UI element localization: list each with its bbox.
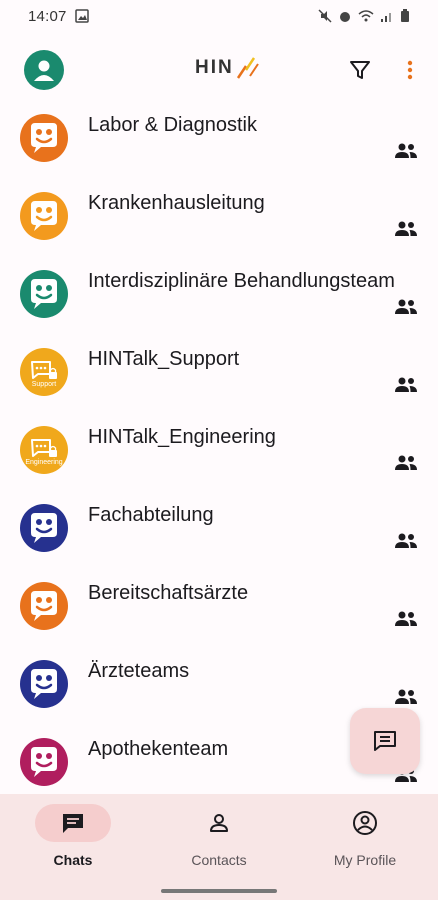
chat-name: Fachabteilung bbox=[88, 504, 214, 526]
gesture-bar bbox=[161, 889, 277, 893]
chat-name: Krankenhausleitung bbox=[88, 192, 265, 214]
group-avatar-icon bbox=[31, 513, 57, 543]
chat-list-item[interactable]: Support HINTalk_Support bbox=[0, 332, 438, 410]
group-icon bbox=[395, 611, 417, 626]
nav-contacts-label: Contacts bbox=[191, 852, 247, 868]
group-icon bbox=[395, 533, 417, 548]
chat-avatar bbox=[20, 738, 68, 786]
group-icon bbox=[395, 143, 417, 158]
logo-mark-icon bbox=[236, 57, 259, 79]
nav-contacts-indicator bbox=[181, 804, 257, 842]
chat-name: Interdisziplinäre Behandlungsteam bbox=[88, 270, 395, 292]
group-icon bbox=[395, 689, 417, 704]
chat-icon bbox=[63, 814, 83, 833]
nav-profile[interactable]: My Profile bbox=[292, 804, 438, 884]
person-outline-icon bbox=[210, 814, 228, 832]
app-bar: HIN bbox=[0, 44, 438, 96]
group-avatar-icon bbox=[31, 747, 57, 777]
signal-icon bbox=[381, 13, 391, 22]
group-icon bbox=[395, 455, 417, 470]
bot-badge-label: Support bbox=[31, 381, 57, 388]
chat-avatar bbox=[20, 582, 68, 630]
chat-name: Ärzteteams bbox=[88, 660, 190, 682]
chat-list-item[interactable]: Fachabteilung bbox=[0, 488, 438, 566]
filter-button[interactable] bbox=[346, 56, 374, 84]
chat-avatar bbox=[20, 192, 68, 240]
chat-name: HINTalk_Support bbox=[88, 348, 240, 370]
user-avatar[interactable] bbox=[24, 50, 64, 90]
nav-contacts[interactable]: Contacts bbox=[146, 804, 292, 884]
group-icon bbox=[395, 299, 417, 314]
more-options-button[interactable] bbox=[398, 56, 422, 84]
chat-avatar bbox=[20, 504, 68, 552]
logo-text: HIN bbox=[195, 57, 234, 78]
chat-avatar bbox=[20, 660, 68, 708]
battery-icon bbox=[401, 9, 409, 22]
chat-avatar bbox=[20, 270, 68, 318]
image-icon bbox=[74, 9, 89, 23]
group-avatar-icon bbox=[31, 201, 57, 231]
new-chat-button[interactable] bbox=[350, 708, 420, 774]
app-logo: HIN bbox=[195, 56, 260, 80]
chat-list-item[interactable]: Engineering HINTalk_Engineering bbox=[0, 410, 438, 488]
alarm-icon bbox=[340, 12, 350, 22]
group-avatar-icon bbox=[31, 669, 57, 699]
chat-list-item[interactable]: Labor & Diagnostik bbox=[0, 98, 438, 176]
status-bar: 14:07 bbox=[0, 0, 438, 32]
mute-icon bbox=[318, 9, 332, 23]
more-vertical-icon bbox=[407, 60, 413, 80]
person-icon bbox=[34, 60, 54, 81]
wifi-icon bbox=[358, 10, 374, 22]
group-icon bbox=[395, 221, 417, 236]
filter-icon bbox=[350, 61, 370, 79]
group-avatar-icon bbox=[31, 591, 57, 621]
nav-chats-indicator bbox=[35, 804, 111, 842]
chat-list[interactable]: Labor & Diagnostik Krankenhausleitung Inte… bbox=[0, 98, 438, 794]
chat-name: Bereitschaftsärzte bbox=[88, 582, 249, 604]
nav-profile-indicator bbox=[327, 804, 403, 842]
group-avatar-icon bbox=[31, 279, 57, 309]
nav-chats-label: Chats bbox=[53, 852, 93, 868]
chat-avatar bbox=[20, 114, 68, 162]
nav-chats[interactable]: Chats bbox=[0, 804, 146, 884]
chat-avatar: Support bbox=[20, 348, 68, 396]
chat-name: Labor & Diagnostik bbox=[88, 114, 257, 136]
nav-profile-label: My Profile bbox=[333, 852, 397, 868]
bot-badge-label: Engineering bbox=[25, 459, 63, 466]
group-icon bbox=[395, 377, 417, 392]
bottom-navigation: Chats Contacts My Profile bbox=[0, 794, 438, 900]
chat-list-item[interactable]: Bereitschaftsärzte bbox=[0, 566, 438, 644]
chat-list-item[interactable]: Krankenhausleitung bbox=[0, 176, 438, 254]
group-avatar-icon bbox=[31, 123, 57, 153]
chat-avatar: Engineering bbox=[20, 426, 68, 474]
chat-compose-icon bbox=[374, 731, 396, 751]
chat-list-item[interactable]: Interdisziplinäre Behandlungsteam bbox=[0, 254, 438, 332]
status-time: 14:07 bbox=[28, 7, 67, 25]
account-circle-icon bbox=[353, 811, 377, 835]
chat-name: HINTalk_Engineering bbox=[88, 426, 276, 448]
